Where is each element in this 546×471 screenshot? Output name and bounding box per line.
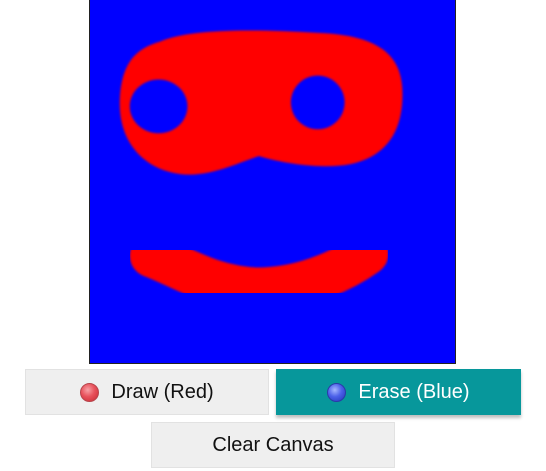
- red-dot-icon: [80, 382, 100, 402]
- draw-red-button[interactable]: Draw (Red): [25, 369, 269, 415]
- erase-blue-button[interactable]: Erase (Blue): [276, 369, 521, 415]
- app-stage: Draw (Red) Erase (Blue) Clear Canvas: [0, 0, 546, 471]
- clear-button-label: Clear Canvas: [212, 433, 334, 456]
- erase-button-label: Erase (Blue): [358, 380, 470, 403]
- clear-canvas-button[interactable]: Clear Canvas: [151, 422, 395, 468]
- drawing-canvas[interactable]: [89, 0, 456, 364]
- canvas-drawing: [90, 0, 455, 363]
- blue-dot-icon: [327, 382, 347, 402]
- draw-button-label: Draw (Red): [111, 380, 214, 403]
